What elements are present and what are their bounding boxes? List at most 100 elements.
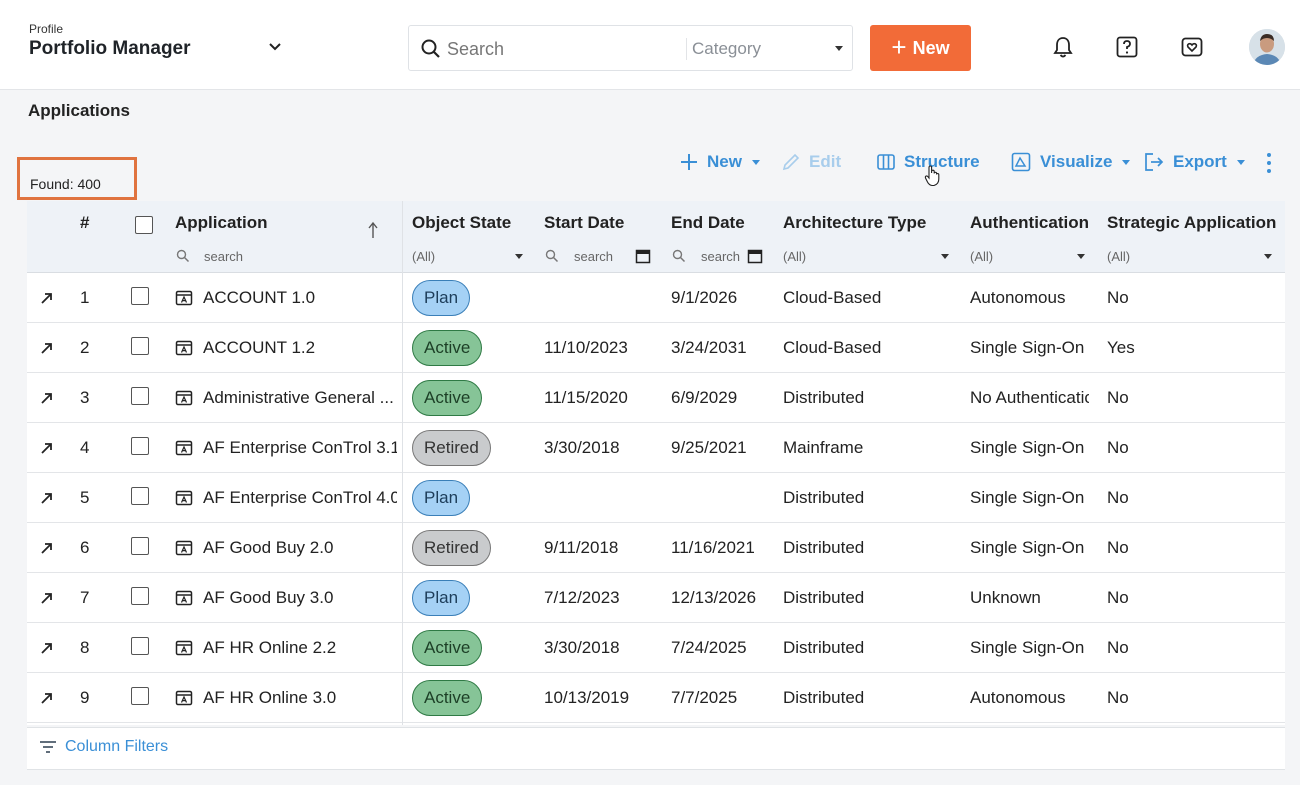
avatar[interactable]	[1249, 29, 1285, 65]
application-cell[interactable]: AF HR Online 3.0	[175, 673, 397, 723]
caret-down-icon	[941, 254, 949, 259]
object-state-filter-value: (All)	[412, 249, 436, 264]
table-row[interactable]: 5 AF Enterprise ConTrol 4.0 Plan Distribute…	[27, 473, 1285, 523]
object-state-cell: Active	[412, 673, 537, 723]
toolbar-export-button[interactable]: Export	[1143, 149, 1245, 175]
row-checkbox[interactable]	[131, 637, 149, 655]
column-header-object-state[interactable]: Object State	[412, 213, 511, 233]
application-name[interactable]: ACCOUNT 1.0	[203, 288, 315, 308]
application-cell[interactable]: Administrative General ...	[175, 373, 397, 423]
open-record-icon[interactable]	[39, 340, 55, 356]
strategic-application-cell: No	[1107, 638, 1129, 657]
category-select[interactable]: Category	[692, 34, 847, 64]
row-checkbox[interactable]	[131, 587, 149, 605]
status-badge: Active	[412, 680, 483, 716]
row-checkbox[interactable]	[131, 437, 149, 455]
end-date-filter-placeholder: search	[701, 249, 741, 264]
row-checkbox[interactable]	[131, 537, 149, 555]
authentication-filter[interactable]: (All)	[970, 247, 1090, 267]
application-cell[interactable]: AF HR Online 2.2	[175, 623, 397, 673]
architecture-type-filter[interactable]: (All)	[783, 247, 953, 267]
application-name[interactable]: AF HR Online 3.0	[203, 688, 336, 708]
application-name[interactable]: Administrative General ...	[203, 388, 394, 408]
open-record-icon[interactable]	[39, 490, 55, 506]
application-filter[interactable]: search	[175, 247, 385, 267]
application-cell[interactable]: ACCOUNT 1.2	[175, 323, 397, 373]
application-name[interactable]: AF Enterprise ConTrol 4.0	[203, 488, 397, 508]
help-icon[interactable]	[1114, 34, 1140, 60]
row-checkbox[interactable]	[131, 387, 149, 405]
calendar-icon[interactable]	[635, 248, 651, 264]
start-date-filter[interactable]: search	[544, 247, 654, 267]
column-header-end-date[interactable]: End Date	[671, 213, 745, 233]
row-checkbox[interactable]	[131, 287, 149, 305]
object-state-cell: Active	[412, 373, 537, 423]
application-name[interactable]: AF Good Buy 2.0	[203, 538, 333, 558]
object-state-filter[interactable]: (All)	[412, 247, 524, 267]
profile-switcher[interactable]: Profile Portfolio Manager	[29, 22, 191, 60]
object-state-cell: Retired	[412, 423, 537, 473]
toolbar-edit-button[interactable]: Edit	[781, 149, 841, 175]
column-header-application[interactable]: Application	[175, 213, 268, 233]
column-header-strategic-application[interactable]: Strategic Application	[1107, 213, 1276, 233]
table-row[interactable]: 3 Administrative General ... Active 11/15/2…	[27, 373, 1285, 423]
column-header-authentication[interactable]: Authentication	[970, 213, 1089, 233]
end-date-filter[interactable]: search	[671, 247, 771, 267]
table-row[interactable]: 7 AF Good Buy 3.0 Plan 7/12/2023 12/13/2026 D…	[27, 573, 1285, 623]
architecture-type-cell: Distributed	[783, 588, 865, 607]
column-filters-label: Column Filters	[65, 738, 169, 755]
application-name[interactable]: AF Good Buy 3.0	[203, 588, 333, 608]
start-date-cell: 9/11/2018	[544, 538, 619, 557]
application-cell[interactable]: ACCOUNT 1.0	[175, 273, 397, 323]
search-input[interactable]	[447, 35, 677, 63]
open-record-icon[interactable]	[39, 690, 55, 706]
calendar-icon[interactable]	[747, 248, 763, 264]
open-record-icon[interactable]	[39, 640, 55, 656]
application-cell[interactable]: AF Enterprise ConTrol 3.1	[175, 423, 397, 473]
row-checkbox[interactable]	[131, 337, 149, 355]
toolbar-new-button[interactable]: New	[679, 149, 760, 175]
open-record-icon[interactable]	[39, 290, 55, 306]
chevron-down-icon[interactable]	[266, 38, 284, 56]
toolbar-new-label: New	[707, 152, 742, 171]
end-date-cell: 3/24/2031	[671, 338, 747, 357]
column-header-architecture-type[interactable]: Architecture Type	[783, 213, 926, 233]
application-name[interactable]: AF HR Online 2.2	[203, 638, 336, 658]
row-checkbox[interactable]	[131, 687, 149, 705]
application-name[interactable]: ACCOUNT 1.2	[203, 338, 315, 358]
table-row[interactable]: 2 ACCOUNT 1.2 Active 11/10/2023 3/24/2031 Clo…	[27, 323, 1285, 373]
table-row[interactable]: 8 AF HR Online 2.2 Active 3/30/2018 7/24/202…	[27, 623, 1285, 673]
application-cell[interactable]: AF Good Buy 2.0	[175, 523, 397, 573]
application-cell[interactable]: AF Good Buy 3.0	[175, 573, 397, 623]
open-record-icon[interactable]	[39, 390, 55, 406]
table-row[interactable]: 6 AF Good Buy 2.0 Retired 9/11/2018 11/16/20…	[27, 523, 1285, 573]
row-checkbox[interactable]	[131, 487, 149, 505]
strategic-application-filter[interactable]: (All)	[1107, 247, 1279, 267]
open-record-icon[interactable]	[39, 440, 55, 456]
open-record-icon[interactable]	[39, 540, 55, 556]
application-cell[interactable]: AF Enterprise ConTrol 4.0	[175, 473, 397, 523]
profile-name[interactable]: Portfolio Manager	[29, 38, 191, 60]
open-record-icon[interactable]	[39, 590, 55, 606]
row-number: 2	[80, 338, 90, 357]
object-state-cell: Plan	[412, 273, 537, 323]
select-all-checkbox[interactable]	[135, 216, 153, 234]
start-date-cell: 7/12/2023	[544, 588, 620, 607]
frozen-column-separator	[402, 201, 403, 725]
table-row[interactable]: 4 AF Enterprise ConTrol 3.1 Retired 3/30/20…	[27, 423, 1285, 473]
table-row[interactable]: 1 ACCOUNT 1.0 Plan 9/1/2026 Cloud-Based Auton…	[27, 273, 1285, 323]
more-options-icon[interactable]	[1264, 152, 1274, 174]
authentication-cell: Single Sign-On	[970, 538, 1085, 557]
export-icon	[1145, 153, 1164, 171]
new-button[interactable]: + New	[870, 25, 971, 71]
column-filters-button[interactable]: Column Filters	[39, 738, 168, 756]
strategic-application-filter-value: (All)	[1107, 249, 1131, 264]
bell-icon[interactable]	[1050, 34, 1076, 60]
sort-ascending-icon[interactable]	[367, 221, 379, 239]
favorites-icon[interactable]	[1179, 34, 1205, 60]
table-row[interactable]: 9 AF HR Online 3.0 Active 10/13/2019 7/7/202…	[27, 673, 1285, 723]
application-name[interactable]: AF Enterprise ConTrol 3.1	[203, 438, 397, 458]
plus-icon	[681, 154, 697, 170]
column-header-start-date[interactable]: Start Date	[544, 213, 624, 233]
toolbar-visualize-button[interactable]: Visualize	[1010, 149, 1131, 175]
